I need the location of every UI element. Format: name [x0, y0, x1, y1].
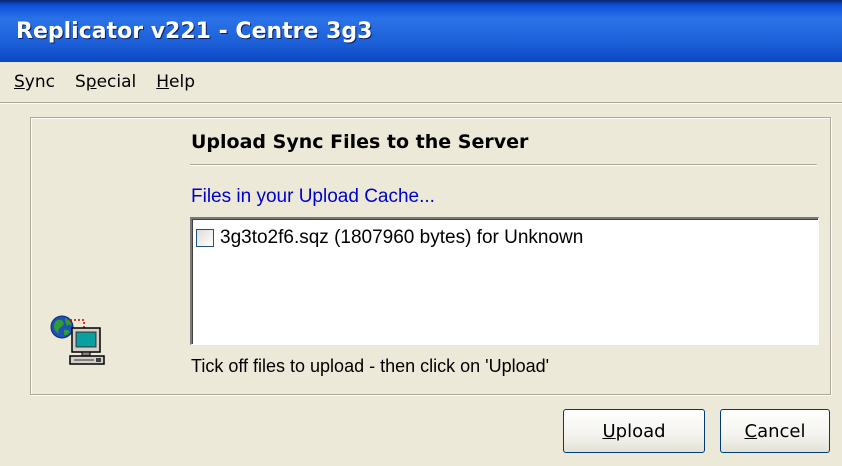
menu-special[interactable]: Special [67, 70, 144, 94]
file-label: 3g3to2f6.sqz (1807960 bytes) for Unknown [220, 227, 584, 248]
upload-button[interactable]: Upload [563, 409, 705, 453]
menu-help-accel: H [156, 72, 170, 92]
upload-instructions: Tick off files to upload - then click on… [191, 356, 550, 376]
cancel-button-accel: C [744, 420, 758, 442]
heading-divider [190, 164, 817, 166]
upload-button-label: pload [615, 420, 666, 442]
network-computer-icon-graphic [50, 315, 105, 365]
cancel-button[interactable]: Cancel [720, 409, 830, 453]
upload-cache-label: Files in your Upload Cache... [191, 186, 435, 207]
upload-button-accel: U [602, 420, 616, 442]
menu-sync-label: ync [24, 72, 55, 92]
list-item[interactable]: 3g3to2f6.sqz (1807960 bytes) for Unknown [196, 227, 583, 249]
menu-special-prefix: S [74, 72, 86, 92]
window-title: Replicator v221 - Centre 3g3 [16, 18, 373, 44]
cancel-button-label: ancel [757, 420, 806, 442]
menu-special-accel: p [85, 72, 97, 92]
menu-special-label: ecial [96, 72, 137, 92]
menu-bar: Sync Special Help [0, 62, 842, 102]
menu-help[interactable]: Help [148, 70, 203, 94]
menu-help-label: elp [169, 72, 196, 92]
replicator-window: Replicator v221 - Centre 3g3 Sync Specia… [0, 0, 842, 466]
file-checkbox[interactable] [196, 229, 214, 247]
title-bar[interactable]: Replicator v221 - Centre 3g3 [0, 0, 842, 62]
menu-sync[interactable]: Sync [6, 70, 63, 94]
page-title: Upload Sync Files to the Server [191, 131, 529, 153]
menu-sync-accel: S [14, 72, 25, 92]
menu-separator [0, 102, 842, 104]
upload-file-list[interactable]: 3g3to2f6.sqz (1807960 bytes) for Unknown [190, 217, 819, 345]
network-computer-icon [50, 312, 114, 376]
